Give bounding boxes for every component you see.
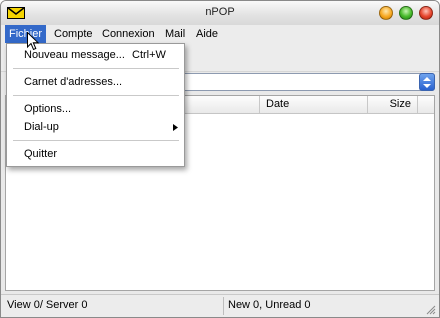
menu-item-label: Quitter (24, 148, 58, 160)
status-new-unread: New 0, Unread 0 (228, 299, 311, 311)
menu-item-dial-up[interactable]: Dial-up (7, 118, 184, 136)
maximize-button[interactable] (399, 6, 413, 20)
menu-item-label: Dial-up (24, 121, 59, 133)
menu-compte[interactable]: Compte (50, 25, 97, 43)
app-window: nPOP Fichier Compte Connexion Mail Aide … (0, 0, 440, 318)
menu-mail[interactable]: Mail (161, 25, 189, 43)
window-title: nPOP (205, 6, 235, 18)
menu-item-label: Nouveau message... (24, 49, 125, 61)
resize-grip-icon[interactable] (424, 303, 436, 315)
minimize-button[interactable] (379, 6, 393, 20)
menu-connexion[interactable]: Connexion (98, 25, 159, 43)
menu-separator (13, 95, 179, 96)
select-arrows-icon[interactable] (419, 73, 435, 91)
column-header-size[interactable]: Size (368, 96, 418, 113)
menu-item-label: Options... (24, 103, 72, 115)
mouse-cursor-icon (27, 32, 39, 51)
menu-separator (13, 140, 179, 141)
submenu-arrow-icon (173, 124, 178, 131)
menu-item-label: Carnet d'adresses... (24, 76, 123, 88)
close-button[interactable] (419, 6, 433, 20)
menu-item-quitter[interactable]: Quitter (7, 145, 184, 163)
menu-bar: Fichier Compte Connexion Mail Aide (1, 25, 439, 43)
menu-fichier[interactable]: Fichier (5, 25, 47, 43)
menu-item-shortcut: Ctrl+W (132, 49, 166, 61)
menu-aide[interactable]: Aide (192, 25, 222, 43)
column-header-date[interactable]: Date (260, 96, 368, 113)
status-view-server: View 0/ Server 0 (7, 299, 88, 311)
title-bar[interactable]: nPOP (1, 1, 439, 26)
fichier-dropdown-menu: Nouveau message... Ctrl+W Carnet d'adres… (6, 43, 185, 167)
menu-item-options[interactable]: Options... (7, 100, 184, 118)
status-divider (223, 297, 224, 315)
status-bar: View 0/ Server 0 New 0, Unread 0 (1, 294, 439, 317)
menu-item-carnet-adresses[interactable]: Carnet d'adresses... (7, 73, 184, 91)
menu-separator (13, 68, 179, 69)
